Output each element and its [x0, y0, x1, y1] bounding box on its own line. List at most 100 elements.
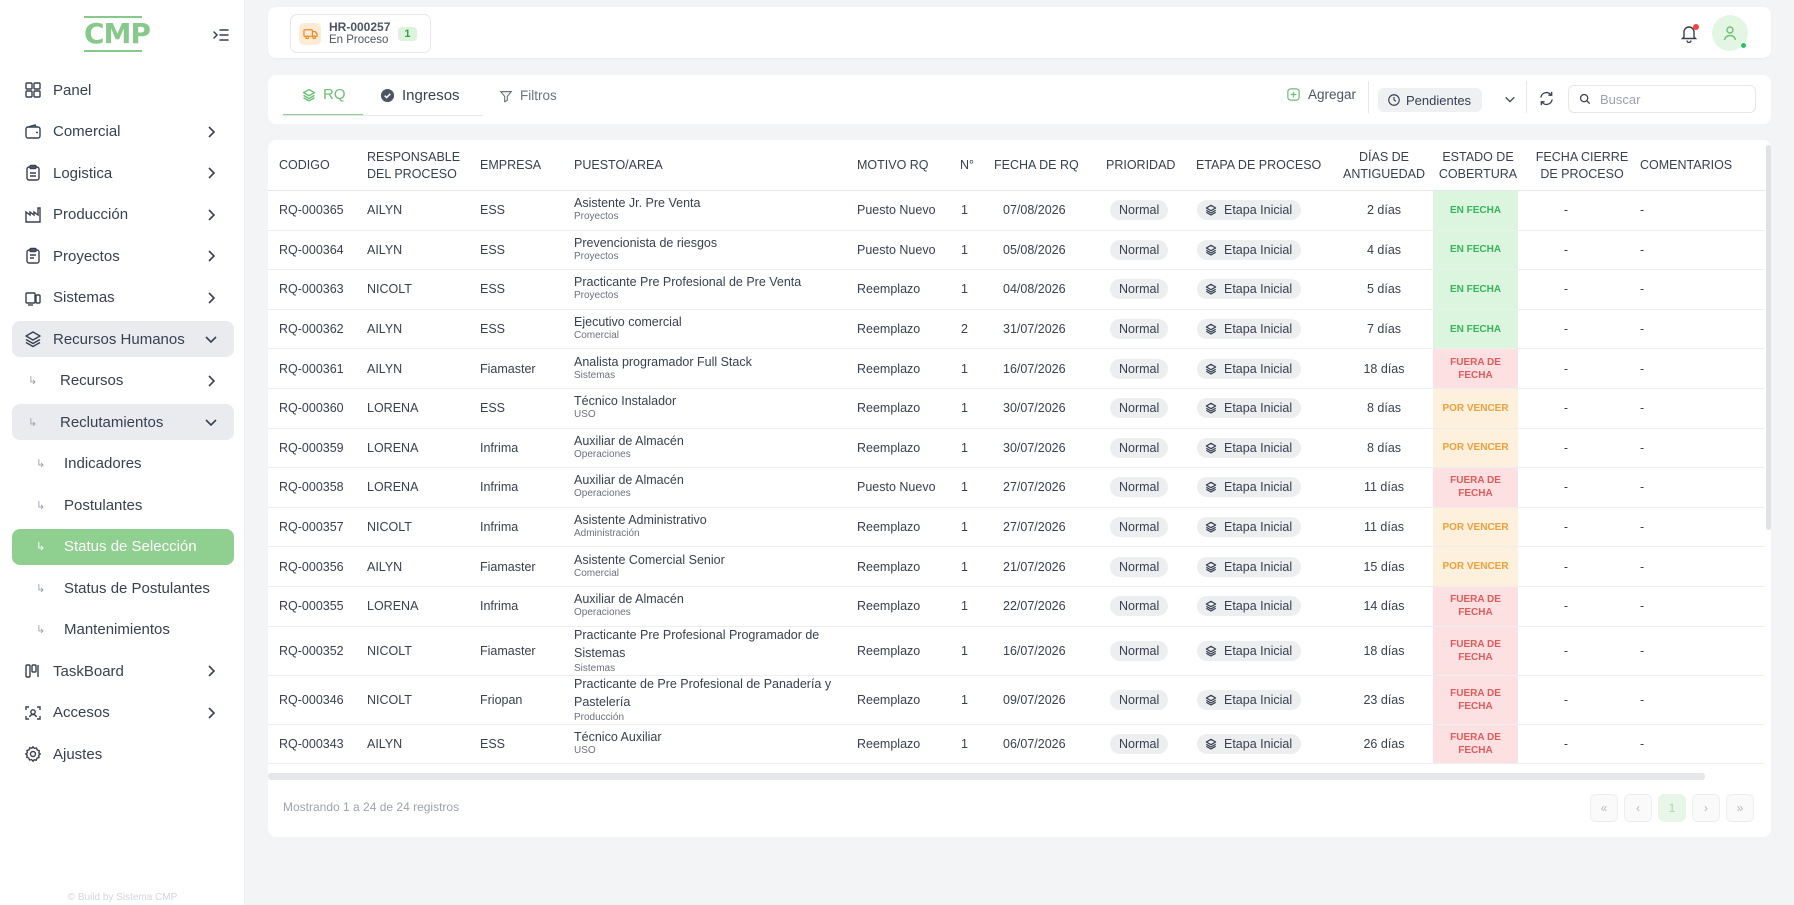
active-request-badge[interactable]: HR-000257 En Proceso 1	[290, 14, 431, 53]
coverage-status-badge: FUERA DE FECHA	[1433, 675, 1518, 724]
tab-ingresos[interactable]: Ingresos	[380, 75, 460, 116]
stage-label: Etapa Inicial	[1224, 440, 1293, 455]
cell-fecha: 30/07/2026	[1003, 440, 1066, 455]
col-header-comentarios[interactable]: COMENTARIOS	[1640, 140, 1750, 191]
add-button[interactable]: Agregar	[1286, 87, 1356, 102]
table-row[interactable]: RQ-000360 LORENA ESS Técnico Instalador USO R…	[268, 388, 1765, 429]
stage-pill: Etapa Inicial	[1197, 733, 1302, 754]
status-filter-select[interactable]: Pendientes	[1378, 88, 1482, 112]
sidebar-item-logistica[interactable]: Logistica	[12, 155, 234, 191]
priority-pill: Normal	[1110, 200, 1169, 221]
table-row[interactable]: RQ-000352 NICOLT Fiamaster Practicante Pre …	[268, 626, 1765, 676]
puesto-name: Prevencionista de riesgos	[574, 235, 718, 250]
last-page-button[interactable]: »	[1726, 794, 1754, 822]
sidebar-item-status-seleccion[interactable]: ↳ Status de Selección	[12, 528, 234, 565]
table-row[interactable]: RQ-000356 AILYN Fiamaster Asistente Comerci…	[268, 547, 1765, 587]
cell-etapa: Etapa Inicial	[1197, 429, 1327, 468]
cell-cierre: -	[1563, 401, 1569, 416]
sidebar-item-ajustes[interactable]: Ajustes	[12, 736, 234, 772]
cell-cierre: -	[1563, 322, 1569, 337]
sidebar-item-panel[interactable]: Panel	[12, 72, 234, 108]
col-header-puesto[interactable]: PUESTO/AREA	[574, 140, 774, 191]
table-row[interactable]: RQ-000355 LORENA Infrima Auxiliar de Almacé…	[268, 586, 1765, 627]
table-row[interactable]: RQ-000363 NICOLT ESS Practicante Pre Profes…	[268, 270, 1765, 310]
cell-comentarios: -	[1640, 559, 1645, 574]
stage-pill: Etapa Inicial	[1197, 398, 1302, 419]
layers-icon	[1205, 323, 1217, 335]
sidebar-item-reclutamientos[interactable]: ↳ Reclutamientos	[12, 404, 234, 440]
col-header-n[interactable]: N°	[960, 140, 990, 191]
prev-page-button[interactable]: ‹	[1624, 794, 1652, 822]
coverage-status-badge: FUERA DE FECHA	[1433, 626, 1518, 675]
user-avatar[interactable]	[1712, 15, 1748, 51]
layers-icon	[1205, 561, 1217, 573]
col-header-etapa[interactable]: ETAPA DE PROCESO	[1196, 140, 1326, 191]
col-header-responsable[interactable]: RESPONSABLE DEL PROCESO	[367, 140, 467, 191]
table-row[interactable]: RQ-000357 NICOLT Infrima Asistente Administ…	[268, 507, 1765, 548]
table-row[interactable]: RQ-000346 NICOLT Friopan Practicante de Pre…	[268, 675, 1765, 725]
sidebar-item-recursos-humanos[interactable]: Recursos Humanos	[12, 321, 234, 357]
table-header: CODIGO RESPONSABLE DEL PROCESO EMPRESA P…	[268, 140, 1765, 191]
table-row[interactable]: RQ-000361 AILYN Fiamaster Analista programa…	[268, 349, 1765, 389]
sidebar-item-status-postulantes[interactable]: ↳ Status de Postulantes	[12, 570, 234, 606]
priority-pill: Normal	[1110, 689, 1169, 710]
col-header-empresa[interactable]: EMPRESA	[480, 140, 560, 191]
cell-responsable: LORENA	[367, 401, 419, 416]
sidebar-item-label: Comercial	[53, 123, 121, 140]
search-input[interactable]	[1600, 91, 1740, 107]
notifications-bell-icon[interactable]	[1679, 23, 1699, 44]
logo[interactable]: CMP	[84, 16, 151, 54]
table-row[interactable]: RQ-000358 LORENA Infrima Auxiliar de Almacé…	[268, 468, 1765, 508]
coverage-status-badge: POR VENCER	[1433, 388, 1518, 428]
sidebar-item-mantenimientos[interactable]: ↳ Mantenimientos	[12, 612, 234, 648]
table-row[interactable]: RQ-000343 AILYN ESS Técnico Auxiliar USO Reem…	[268, 724, 1765, 765]
sidebar-item-postulantes[interactable]: ↳ Postulantes	[12, 487, 234, 523]
first-page-button[interactable]: «	[1590, 794, 1618, 822]
sidebar-item-taskboard[interactable]: TaskBoard	[12, 653, 234, 689]
cell-comentarios: -	[1640, 599, 1645, 614]
sidebar: CMP Panel Comercial Logistica Producción…	[0, 0, 245, 905]
col-header-prioridad[interactable]: PRIORIDAD	[1106, 140, 1196, 191]
chevron-down-icon[interactable]	[1504, 93, 1516, 105]
cell-codigo: RQ-000352	[279, 643, 344, 658]
priority-pill: Normal	[1110, 319, 1169, 340]
table-row[interactable]: RQ-000359 LORENA Infrima Auxiliar de Almacé…	[268, 428, 1765, 469]
next-page-button[interactable]: ›	[1692, 794, 1720, 822]
page-1-button[interactable]: 1	[1658, 794, 1686, 822]
sidebar-item-produccion[interactable]: Producción	[12, 197, 234, 233]
sidebar-item-label: TaskBoard	[53, 662, 124, 680]
col-header-motivo[interactable]: MOTIVO RQ	[857, 140, 957, 191]
sidebar-item-recursos[interactable]: ↳ Recursos	[12, 363, 234, 399]
layers-icon	[1205, 402, 1217, 414]
col-header-fecha[interactable]: FECHA DE RQ	[994, 140, 1094, 191]
col-header-estado[interactable]: ESTADO DE COBERTURA	[1433, 140, 1523, 191]
refresh-icon[interactable]	[1538, 90, 1555, 107]
vertical-scrollbar[interactable]	[1766, 145, 1771, 530]
horizontal-scrollbar[interactable]	[268, 773, 1705, 780]
puesto-area: Sistemas	[574, 662, 616, 674]
sidebar-collapse-icon[interactable]	[212, 26, 232, 46]
sidebar-item-accesos[interactable]: Accesos	[12, 695, 234, 731]
col-header-cierre[interactable]: FECHA CIERRE DE PROCESO	[1527, 140, 1637, 191]
table-row[interactable]: RQ-000364 AILYN ESS Prevencionista de riesg…	[268, 230, 1765, 271]
cell-prioridad: Normal	[1110, 627, 1200, 675]
cell-cierre: -	[1563, 440, 1569, 455]
col-header-codigo[interactable]: CODIGO	[279, 140, 359, 191]
tab-rq[interactable]: RQ	[283, 75, 363, 116]
chevron-right-icon	[208, 706, 216, 719]
cell-prioridad: Normal	[1110, 468, 1200, 507]
sidebar-item-comercial[interactable]: Comercial	[12, 114, 234, 150]
table-row[interactable]: RQ-000365 AILYN ESS Asistente Jr. Pre Venta…	[268, 191, 1765, 231]
search-box[interactable]	[1568, 85, 1756, 113]
stage-pill: Etapa Inicial	[1197, 319, 1302, 340]
cell-puesto: Auxiliar de Almacén Operaciones	[574, 587, 854, 626]
cell-puesto: Asistente Administrativo Administración	[574, 508, 854, 547]
sidebar-item-indicadores[interactable]: ↳ Indicadores	[12, 446, 234, 482]
col-header-dias[interactable]: DÍAS DE ANTIGUEDAD	[1329, 140, 1439, 191]
sub-arrow-icon: ↳	[28, 416, 38, 429]
table-row[interactable]: RQ-000362 AILYN ESS Ejecutivo comercial Come…	[268, 309, 1765, 350]
sub-arrow-icon: ↳	[36, 499, 46, 512]
sidebar-item-proyectos[interactable]: Proyectos	[12, 238, 234, 274]
sidebar-item-sistemas[interactable]: Sistemas	[12, 280, 234, 316]
tab-filtros[interactable]: Filtros	[499, 75, 557, 116]
